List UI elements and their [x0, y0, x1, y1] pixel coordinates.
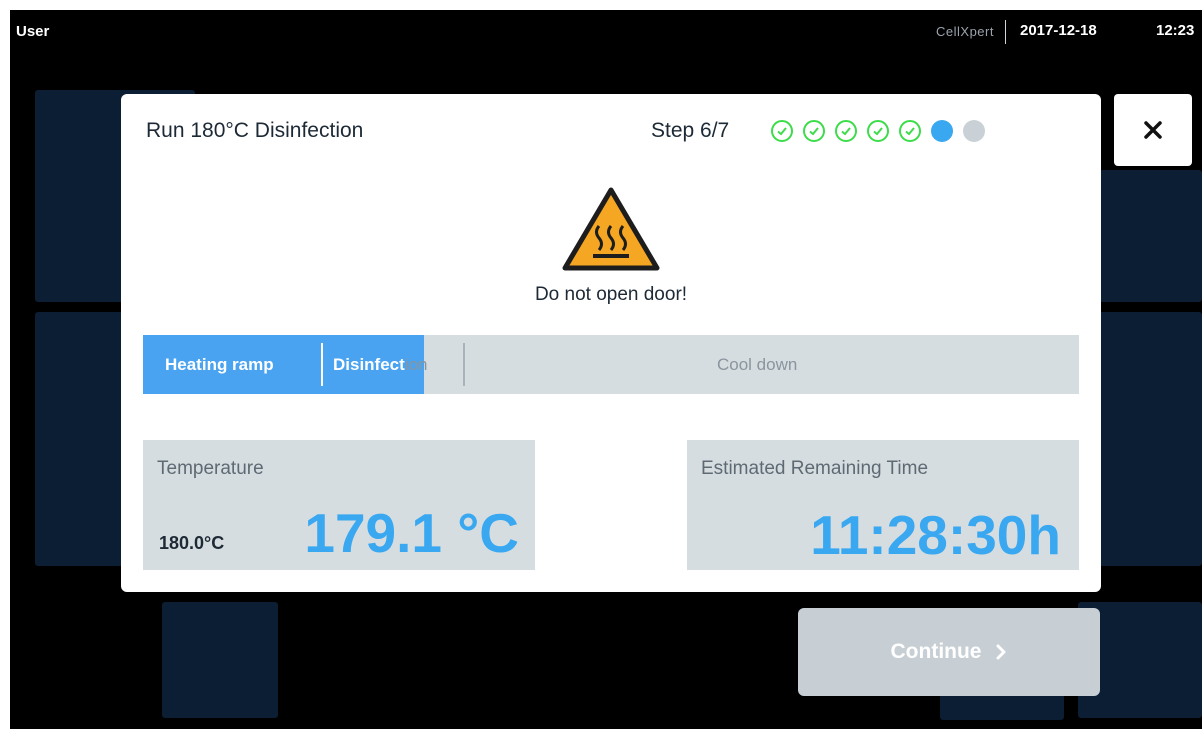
date-display: 2017-12-18: [1020, 22, 1097, 39]
temperature-panel: Temperature 180.0°C 179.1 °C: [143, 440, 535, 570]
step-counter: Step 6/7: [651, 119, 730, 142]
phase-heating-ramp: Heating ramp: [165, 355, 274, 374]
close-icon: [1144, 121, 1162, 139]
user-label[interactable]: User: [16, 23, 49, 40]
continue-label: Continue: [890, 640, 982, 663]
phase-disinfection: Disinfection: [333, 335, 427, 394]
status-bar: User CellXpert 2017-12-18 12:23: [10, 10, 1202, 52]
chevron-right-icon: [996, 644, 1006, 660]
background-tile-back: [162, 602, 278, 718]
brand-name: CellXpert: [936, 24, 994, 39]
temperature-label: Temperature: [157, 458, 264, 479]
remaining-time-panel: Estimated Remaining Time 11:28:30h: [687, 440, 1079, 570]
hot-surface-warning-icon: [562, 187, 660, 271]
step-done-icon: [771, 120, 793, 142]
step-done-icon: [899, 120, 921, 142]
phase-disinfection-label-done: Disinfect: [333, 355, 405, 374]
phase-cool-down: Cool down: [717, 355, 798, 374]
background-tile-right-bottom: [1085, 312, 1202, 566]
device-screen: User CellXpert 2017-12-18 12:23 Run 180°…: [10, 10, 1202, 729]
temperature-value: 179.1 °C: [304, 502, 519, 564]
phase-divider: [463, 343, 465, 386]
warning-message: Do not open door!: [534, 284, 688, 305]
remaining-time-label: Estimated Remaining Time: [701, 458, 929, 479]
step-done-icon: [803, 120, 825, 142]
step-indicator: [771, 119, 985, 143]
status-divider: [1005, 20, 1006, 44]
step-pending-dot: [963, 120, 985, 142]
step-done-icon: [835, 120, 857, 142]
background-tile-right-top: [1085, 170, 1202, 302]
close-button[interactable]: [1114, 94, 1192, 166]
disinfection-dialog: Run 180°C Disinfection Step 6/7 Do not o…: [121, 94, 1101, 592]
step-current-dot: [931, 120, 953, 142]
phase-disinfection-label-rest: ion: [404, 355, 428, 374]
step-done-icon: [867, 120, 889, 142]
dialog-title: Run 180°C Disinfection: [146, 119, 364, 142]
phase-divider: [321, 343, 323, 386]
continue-button[interactable]: Continue: [798, 608, 1100, 696]
temperature-setpoint: 180.0°C: [159, 533, 225, 553]
phase-progress-bar: Heating ramp Disinfection Cool down: [143, 335, 1079, 394]
remaining-time-value: 11:28:30h: [810, 504, 1061, 566]
time-display: 12:23: [1156, 22, 1195, 39]
